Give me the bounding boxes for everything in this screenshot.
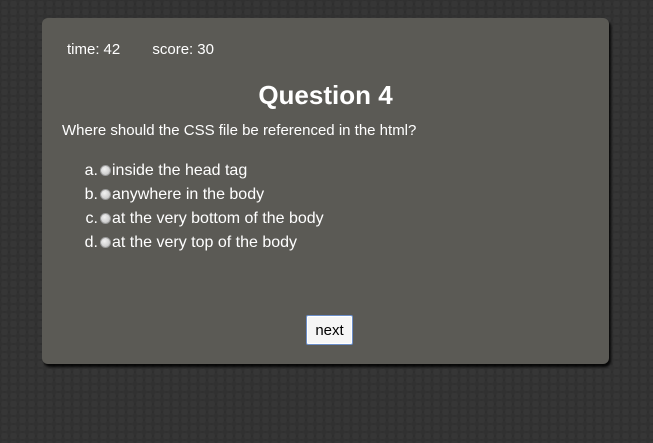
score: score: 30	[152, 41, 214, 58]
quiz-card: time: 42 score: 30 Question 4 Where should…	[42, 18, 609, 364]
answer-option-d[interactable]: d. at the very top of the body	[69, 234, 324, 258]
question-title: Question 4	[258, 80, 393, 110]
answer-letter: a.	[84, 162, 98, 179]
answer-list: a. inside the head tag b. anywhere in th…	[69, 162, 324, 258]
radio-button-c[interactable]	[100, 213, 111, 224]
score-value: 30	[197, 41, 214, 58]
question-text: Where should the CSS file be referenced …	[62, 122, 417, 139]
radio-button-d[interactable]	[100, 237, 111, 248]
time-value: 42	[103, 41, 121, 58]
score-label: score:	[152, 41, 194, 58]
next-button[interactable]: next	[306, 315, 353, 345]
answer-letter: b.	[84, 186, 98, 203]
answer-option-b[interactable]: b. anywhere in the body	[69, 186, 324, 210]
answer-option-a[interactable]: a. inside the head tag	[69, 162, 324, 186]
answer-letter: c.	[85, 210, 98, 227]
timer: time: 42	[67, 41, 120, 58]
time-label: time:	[67, 41, 100, 58]
radio-button-a[interactable]	[100, 165, 111, 176]
radio-button-b[interactable]	[100, 189, 111, 200]
answer-text: anywhere in the body	[112, 186, 265, 203]
answer-option-c[interactable]: c. at the very bottom of the body	[69, 210, 324, 234]
answer-text: inside the head tag	[112, 162, 248, 179]
answer-text: at the very top of the body	[112, 234, 298, 251]
stats-bar: time: 42 score: 30	[67, 41, 214, 58]
answer-text: at the very bottom of the body	[112, 210, 324, 227]
answer-letter: d.	[84, 234, 98, 251]
